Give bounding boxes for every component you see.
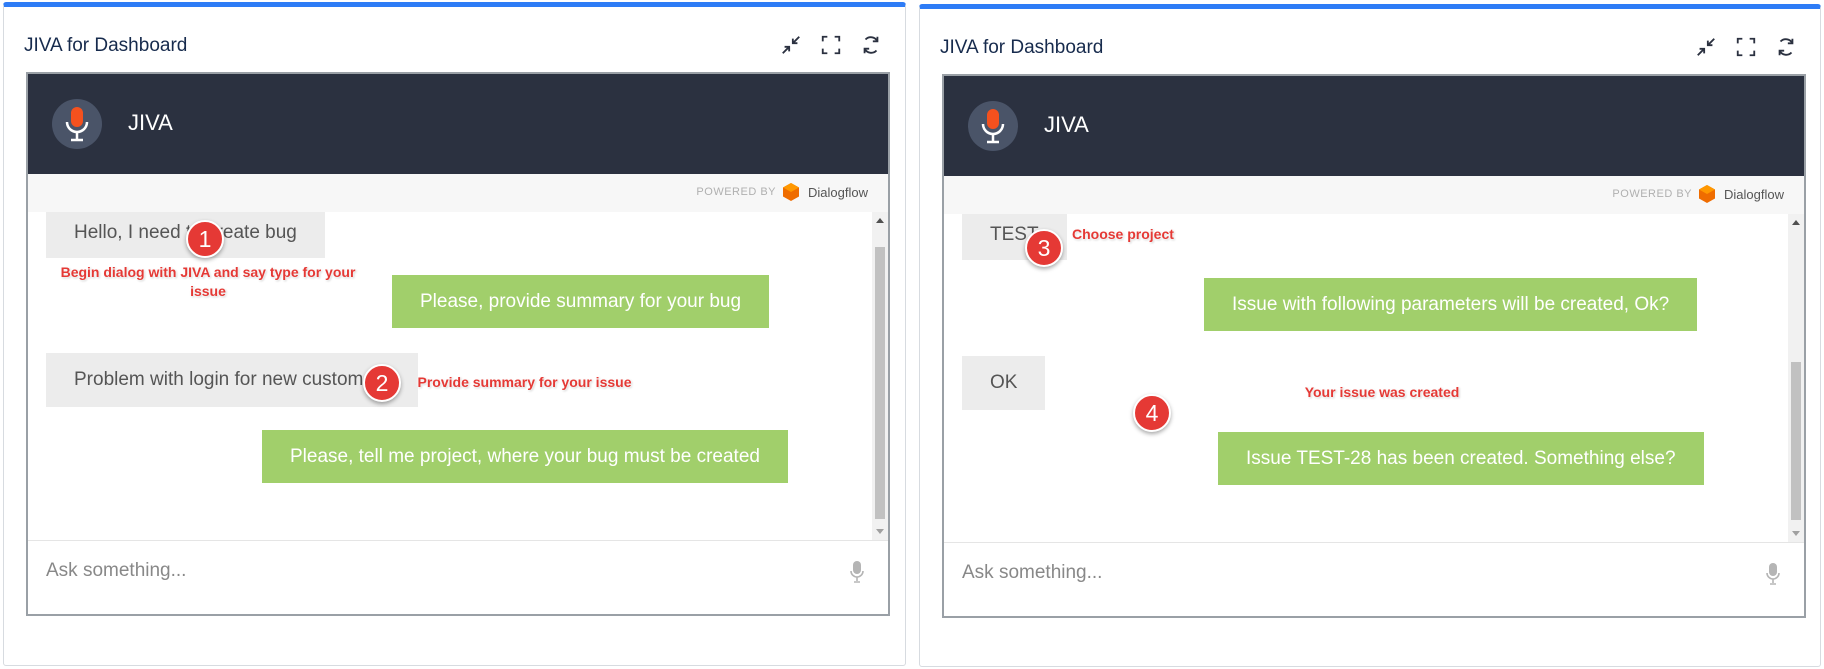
chat-footer xyxy=(28,600,888,614)
dialogflow-label: Dialogflow xyxy=(808,185,868,200)
scroll-down-icon[interactable] xyxy=(876,529,884,534)
message-scrollbar[interactable] xyxy=(872,212,888,540)
chat-widget: JIVA POWERED BY Dialogflow Hello, I need… xyxy=(26,72,890,616)
message-list: TEST Issue with following parameters wil… xyxy=(944,214,1790,542)
annotation-marker: 3 xyxy=(1025,229,1063,267)
chat-header: JIVA xyxy=(944,76,1804,176)
collapse-icon[interactable] xyxy=(779,33,803,57)
bot-avatar xyxy=(968,101,1018,151)
ask-input[interactable] xyxy=(962,555,1742,591)
powered-by-bar: POWERED BY Dialogflow xyxy=(28,174,888,212)
annotation-marker: 2 xyxy=(363,364,401,402)
annotation-note: Choose project xyxy=(1072,226,1174,242)
powered-by-bar: POWERED BY Dialogflow xyxy=(944,176,1804,214)
fullscreen-icon[interactable] xyxy=(1734,35,1758,59)
dialogflow-logo-icon xyxy=(783,183,799,201)
scroll-down-icon[interactable] xyxy=(1792,531,1800,536)
bot-name: JIVA xyxy=(1044,112,1089,137)
bot-message: Please, provide summary for your bug xyxy=(392,275,770,328)
gadget-title: JIVA for Dashboard xyxy=(24,35,188,56)
dialogflow-logo-icon xyxy=(1699,185,1715,203)
annotation-marker: 4 xyxy=(1133,394,1171,432)
message-scrollbar[interactable] xyxy=(1788,214,1804,542)
bot-message: Please, tell me project, where your bug … xyxy=(262,430,788,483)
scroll-thumb[interactable] xyxy=(875,247,885,519)
annotation-marker: 1 xyxy=(186,220,224,258)
refresh-icon[interactable] xyxy=(859,33,883,57)
input-area xyxy=(28,540,888,600)
chat-widget: JIVA POWERED BY Dialogflow TEST Issue wi… xyxy=(942,74,1806,618)
ask-input[interactable] xyxy=(46,553,826,589)
annotation-note: Begin dialog with JIVA and say type for … xyxy=(60,264,356,299)
chat-footer xyxy=(944,602,1804,616)
annotation-note: Provide summary for your issue xyxy=(417,374,632,390)
gadget-panel-left: JIVA for Dashboard JIVA POWERED BY Dialo… xyxy=(3,2,906,666)
powered-by-label: POWERED BY xyxy=(1612,188,1692,200)
scroll-up-icon[interactable] xyxy=(1792,220,1800,225)
user-message: OK xyxy=(962,356,1046,410)
microphone-icon xyxy=(65,107,89,142)
bot-avatar xyxy=(52,99,102,149)
powered-by-label: POWERED BY xyxy=(696,186,776,198)
gadget-toolbar xyxy=(779,33,883,57)
microphone-icon[interactable] xyxy=(850,561,864,583)
gadget-toolbar xyxy=(1694,35,1798,59)
dialogflow-label: Dialogflow xyxy=(1724,187,1784,202)
user-message: Problem with login for new customers xyxy=(46,353,418,407)
input-area xyxy=(944,542,1804,602)
scroll-up-icon[interactable] xyxy=(876,218,884,223)
refresh-icon[interactable] xyxy=(1774,35,1798,59)
bot-message: Issue TEST-28 has been created. Somethin… xyxy=(1218,432,1704,485)
bot-name: JIVA xyxy=(128,110,173,135)
gadget-title: JIVA for Dashboard xyxy=(940,37,1104,58)
scroll-thumb[interactable] xyxy=(1791,362,1801,520)
chat-header: JIVA xyxy=(28,74,888,174)
bot-message: Issue with following parameters will be … xyxy=(1204,278,1698,331)
gadget-panel-right: JIVA for Dashboard JIVA POWERED BY Dialo… xyxy=(919,4,1821,667)
collapse-icon[interactable] xyxy=(1694,35,1718,59)
fullscreen-icon[interactable] xyxy=(819,33,843,57)
microphone-icon xyxy=(981,109,1005,144)
microphone-icon[interactable] xyxy=(1766,563,1780,585)
annotation-note: Your issue was created xyxy=(1304,384,1460,400)
